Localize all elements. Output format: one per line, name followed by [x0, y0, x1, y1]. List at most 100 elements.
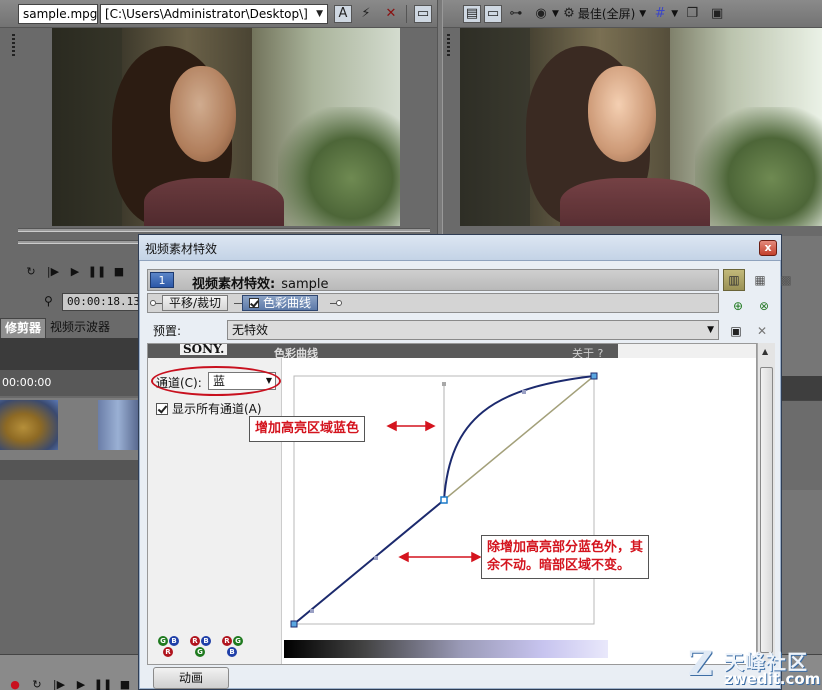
track-edge	[782, 400, 822, 490]
rgb-preset-icon[interactable]: R G B	[222, 636, 244, 658]
channel-dot: R	[190, 636, 200, 646]
path-combo[interactable]: [C:\Users\Administrator\Desktop\] ▼	[100, 3, 328, 24]
monitor-icon[interactable]: ▭	[484, 4, 502, 23]
dialog-close-button[interactable]: x	[759, 240, 777, 256]
main-transport: ● ↻ |▶ ▶ ❚❚ ■	[4, 675, 136, 690]
view-grid-icon[interactable]: ▩	[775, 269, 797, 291]
record-icon[interactable]: ●	[4, 675, 26, 690]
chain-view-buttons: ▥ ▦ ▩	[723, 269, 801, 291]
curve-editor[interactable]	[282, 358, 757, 664]
curve-handle[interactable]	[522, 390, 526, 394]
site-watermark: Z 天峰社区 zwedit.com	[688, 642, 822, 690]
chevron-down-icon[interactable]: ▼	[552, 9, 559, 19]
channel-dot: B	[169, 636, 179, 646]
ruler-time: 00:00:00	[2, 376, 52, 389]
annotation-highlight: 增加高亮区域蓝色	[249, 416, 366, 442]
chain-number-badge: 1	[150, 272, 174, 288]
dialog-title: 视频素材特效	[145, 242, 218, 256]
play-from-start-icon[interactable]: |▶	[48, 675, 70, 690]
rgb-preset-icon[interactable]: G B R	[158, 636, 180, 658]
curve-handle[interactable]	[374, 556, 378, 560]
curve-point-end[interactable]	[590, 372, 598, 380]
stop-icon[interactable]: ■	[108, 262, 130, 280]
pause-icon[interactable]: ❚❚	[92, 675, 114, 690]
clip-thumbnail[interactable]	[98, 400, 138, 450]
curve-controls: 通道(C): 蓝 ▼ 显示所有通道(A) G B R R B G R G B	[148, 358, 282, 664]
view-list-icon[interactable]: ▦	[749, 269, 771, 291]
loop-icon[interactable]: ↻	[26, 675, 48, 690]
file-combo-value: sample.mpg	[23, 6, 98, 21]
chevron-down-icon: ▼	[707, 325, 714, 335]
chevron-down-icon[interactable]: ▼	[639, 9, 646, 19]
preset-value: 无特效	[232, 323, 269, 337]
plugin-chain: 平移/裁切 色彩曲线	[147, 293, 719, 313]
plugin-remove-icon[interactable]: ⊗	[753, 295, 775, 317]
monitor-icon[interactable]: ▭	[414, 4, 432, 23]
plugin-chain-add-icon[interactable]: ⊕	[727, 295, 749, 317]
chevron-down-icon[interactable]: ▼	[671, 9, 678, 19]
copy-snapshot-icon[interactable]: ❐	[681, 3, 703, 25]
annotation-rest: 除增加高亮部分蓝色外，其 余不动。暗部区域不变。	[481, 535, 650, 579]
panel-grip[interactable]	[447, 34, 450, 58]
plugin-color-curves[interactable]: 色彩曲线	[242, 295, 319, 311]
chain-heading: 视频素材特效:	[192, 277, 276, 292]
annotation-highlight-text: 增加高亮区域蓝色	[255, 421, 360, 436]
overlay-icon[interactable]: ◉	[530, 3, 552, 25]
tab-trimmer[interactable]: 修剪器	[0, 318, 47, 338]
chain-link	[234, 303, 242, 304]
curve-point-mid[interactable]	[440, 496, 448, 504]
play-icon[interactable]: ▶	[64, 262, 86, 280]
show-all-channels[interactable]: 显示所有通道(A)	[156, 400, 262, 417]
preset-combo[interactable]: 无特效 ▼	[227, 320, 719, 340]
animate-button[interactable]: 动画	[153, 667, 229, 689]
pause-icon[interactable]: ❚❚	[86, 262, 108, 280]
timeline-ruler: 00:00:00	[0, 370, 140, 396]
grid-icon[interactable]: #	[649, 3, 671, 25]
plugin-pan-crop[interactable]: 平移/裁切	[162, 295, 229, 311]
lightning-icon[interactable]: ⚡	[355, 3, 377, 25]
curve-point-start[interactable]	[290, 620, 298, 628]
curve-handle[interactable]	[310, 609, 314, 613]
clip-thumbnail[interactable]	[0, 400, 58, 450]
trimmer-scrub-bar[interactable]	[18, 228, 430, 232]
delete-preset-icon[interactable]: ✕	[751, 320, 773, 342]
play-from-start-icon[interactable]: |▶	[42, 262, 64, 280]
chain-clip-name: sample	[281, 277, 329, 292]
channel-preset-icons: G B R R B G R G B	[158, 636, 254, 658]
auto-preview-icon[interactable]: A	[334, 4, 352, 23]
annotation-rest-line2: 余不动。暗部区域不变。	[487, 558, 631, 573]
close-icon[interactable]: ✕	[380, 3, 402, 25]
plugin-chain-buttons: ⊕ ⊗	[727, 295, 779, 317]
rgb-preset-icon[interactable]: R B G	[190, 636, 212, 658]
curve-handle[interactable]	[442, 382, 446, 386]
foliage	[278, 107, 400, 226]
split-screen-icon[interactable]: ⊶	[505, 3, 527, 25]
preset-label: 预置:	[153, 324, 182, 338]
plugin-enable-checkbox[interactable]	[249, 298, 259, 308]
save-snapshot-icon[interactable]: ▣	[706, 3, 728, 25]
foliage	[695, 107, 822, 226]
file-combo[interactable]: sample.mpg	[18, 3, 98, 24]
preview-splitter[interactable]	[437, 0, 443, 236]
play-icon[interactable]: ▶	[70, 675, 92, 690]
loop-icon[interactable]: ↻	[20, 262, 42, 280]
timeline-right-edge	[782, 236, 822, 656]
panel-grip[interactable]	[12, 34, 15, 58]
save-preset-icon[interactable]: ▣	[725, 320, 747, 342]
preview-quality-combo[interactable]: 最佳(全屏)	[578, 5, 635, 22]
preview-video-frame	[460, 28, 822, 226]
video-event-fx-dialog: 视频素材特效 x 1 视频素材特效: sample ▥ ▦ ▩ 平移/裁切 色彩曲…	[138, 234, 792, 690]
toolbar-separator	[406, 4, 407, 23]
show-all-checkbox[interactable]	[156, 402, 168, 415]
dialog-scrollbar[interactable]: ▲	[757, 343, 775, 665]
channel-dot: B	[227, 647, 237, 657]
dialog-titlebar[interactable]: 视频素材特效 x	[139, 235, 781, 261]
scroll-up-icon[interactable]: ▲	[762, 347, 768, 356]
tab-video-scopes[interactable]: 视频示波器	[46, 318, 114, 338]
scrollbar-thumb[interactable]	[760, 367, 773, 653]
quality-icon: ⚙	[563, 6, 575, 21]
stop-icon[interactable]: ■	[114, 675, 136, 690]
properties-icon[interactable]: ▤	[463, 4, 481, 23]
view-single-icon[interactable]: ▥	[723, 269, 745, 291]
trimmer-range-bar[interactable]	[18, 240, 138, 244]
